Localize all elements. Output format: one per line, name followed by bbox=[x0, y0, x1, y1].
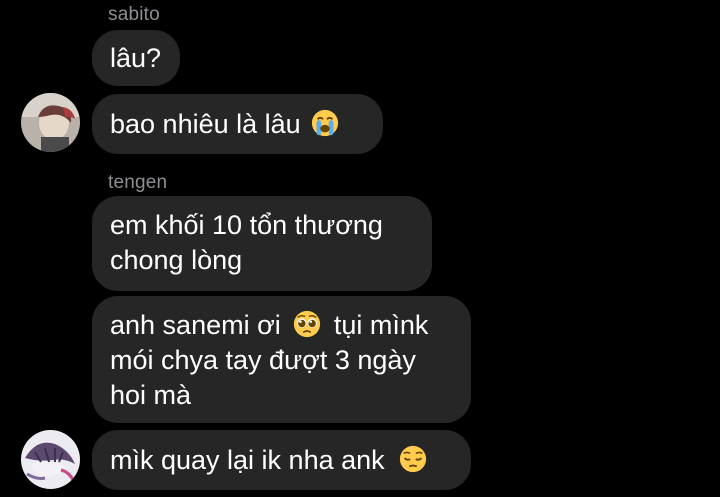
avatar-photo bbox=[21, 93, 80, 152]
message-bubble[interactable]: mìk quay lại ik nha ank bbox=[92, 430, 471, 490]
message-text: tụi mìnk bbox=[333, 310, 429, 340]
pensive-face-icon bbox=[400, 445, 427, 473]
sender-name: tengen bbox=[108, 172, 168, 193]
message-text: anh sanemi ơi bbox=[110, 310, 281, 340]
loudly-crying-face-icon bbox=[312, 109, 339, 137]
message-text: lâu? bbox=[110, 43, 162, 73]
message-bubble[interactable]: em khối 10 tổn thương chong lòng bbox=[92, 196, 432, 291]
message-bubble[interactable]: lâu? bbox=[92, 30, 180, 86]
message-text: mìk quay lại ik nha ank bbox=[110, 445, 385, 475]
avatar[interactable] bbox=[21, 93, 80, 152]
message-text-line: em khối 10 tổn thương bbox=[110, 210, 383, 240]
avatar[interactable] bbox=[21, 430, 80, 489]
message-bubble[interactable]: bao nhiêu là lâu bbox=[92, 94, 383, 154]
message-bubble[interactable]: anh sanemi ơi tụi mìnk mói chya tay đượt… bbox=[92, 296, 471, 423]
avatar-illustration bbox=[21, 430, 80, 489]
message-text-line: hoi mà bbox=[110, 380, 192, 410]
message-text: bao nhiêu là lâu bbox=[110, 109, 301, 139]
pleading-face-icon bbox=[294, 310, 321, 338]
message-text-line: anh sanemi ơi tụi mìnk bbox=[110, 308, 453, 343]
message-text-line: chong lòng bbox=[110, 245, 243, 275]
message-text-line: mói chya tay đượt 3 ngày bbox=[110, 345, 416, 375]
sender-name: sabito bbox=[108, 4, 160, 25]
